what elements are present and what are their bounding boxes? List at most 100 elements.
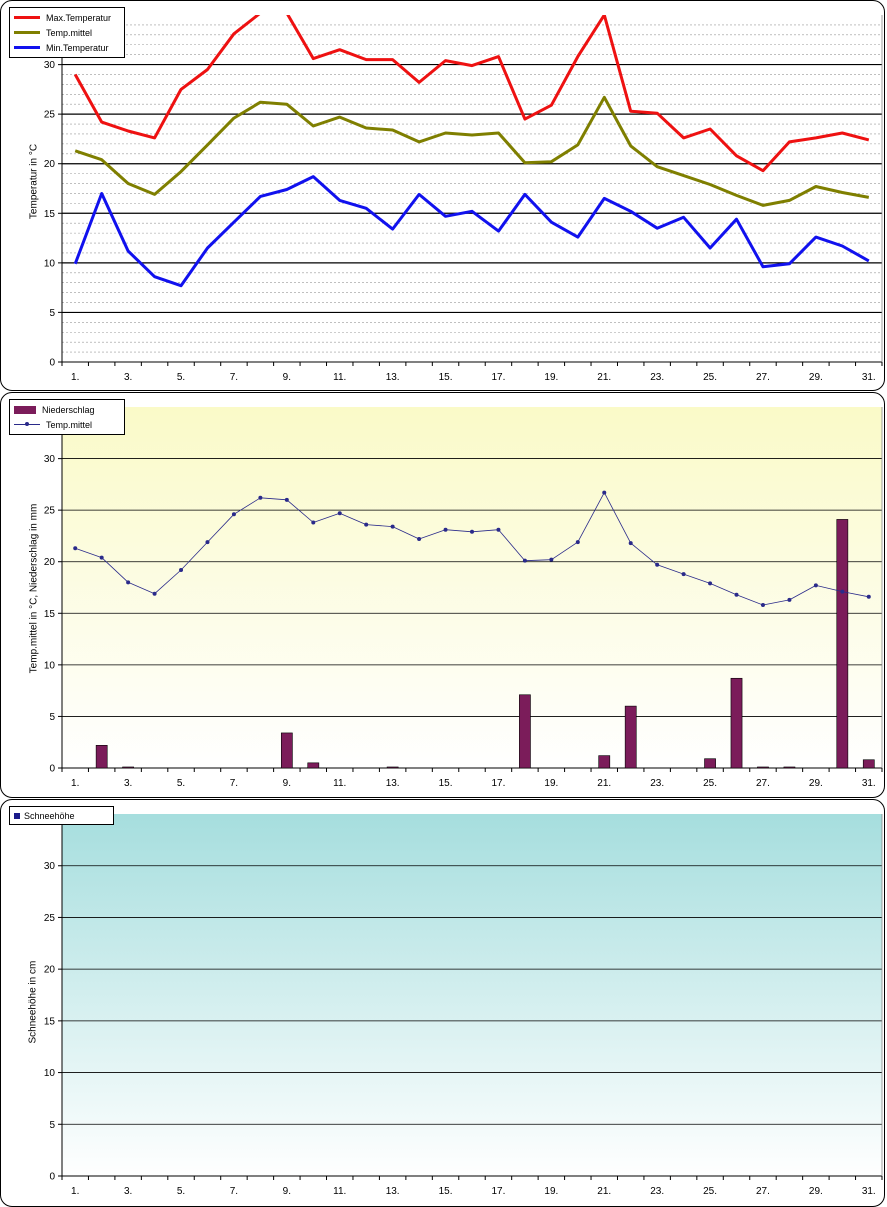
x-tick-label: 19. [544, 1186, 558, 1197]
precipitation-bar [704, 758, 716, 769]
precipitation-bar [598, 755, 611, 769]
x-tick-label: 1. [71, 1186, 79, 1197]
mean-temp-point [73, 546, 78, 551]
legend-label-min-temp: Min.Temperatur [46, 42, 109, 53]
y-tick-label: 10 [44, 1068, 56, 1079]
mean-temp-point [655, 562, 660, 567]
legend-item-mean-temp: Temp.mittel [14, 25, 120, 40]
x-tick-label: 19. [544, 372, 558, 383]
x-tick-label: 9. [283, 778, 291, 789]
y-tick-label: 0 [49, 764, 55, 775]
y-tick-label: 30 [44, 454, 56, 465]
precipitation-chart: 0 5 10 15 20 25 30 1. 3. 5. 7. 9. 11. 13. 15. 17. 19. 21.… [44, 407, 883, 789]
precipitation-bar [95, 745, 108, 769]
y-tick-label: 20 [44, 159, 56, 170]
mean-temp-point [284, 497, 289, 502]
mean-temp-line [74, 95, 870, 207]
snow-chart: 0 5 10 15 20 25 30 1. 3. 5. 7. 9. 11. 13. 15. 17. 19. 21.… [44, 814, 883, 1197]
mean-temp-point [470, 529, 474, 534]
precipitation-swatch [14, 405, 36, 414]
precipitation-bar [757, 766, 769, 769]
mean-temp-point [179, 567, 184, 572]
mean-temp-point [496, 527, 501, 532]
x-tick-label: 11. [333, 1186, 346, 1197]
x-tick-label: 21. [597, 1186, 611, 1197]
x-tick-label: 11. [333, 372, 346, 383]
mean-temp-point [628, 541, 633, 546]
mean-temp-point [152, 591, 157, 596]
x-tick-label: 15. [439, 1186, 453, 1197]
mean-temp-point [734, 592, 739, 597]
mean-temp-marker-swatch [14, 422, 40, 426]
mean-temp-point [549, 557, 554, 562]
y-tick-label: 5 [49, 308, 55, 319]
x-tick-label: 13. [386, 778, 400, 789]
x-tick-label: 21. [597, 372, 611, 383]
x-tick-label: 25. [703, 372, 717, 383]
mean-temp-point [443, 527, 448, 532]
precipitation-chart-panel: 0 5 10 15 20 25 30 1. 3. 5. 7. 9. 11. 13. 15. 17. 19. 21.… [0, 392, 885, 798]
precipitation-legend: Niederschlag Temp.mittel [9, 399, 125, 435]
temperature-legend: Max.Temperatur Temp.mittel Min.Temperatu… [9, 7, 125, 58]
legend-label-mean-temp-2: Temp.mittel [46, 419, 93, 430]
x-tick-label: 5. [177, 1186, 185, 1197]
x-tick-label: 5. [177, 778, 185, 789]
x-tick-label: 1. [71, 372, 79, 383]
mean-temp-point [681, 572, 686, 577]
mean-temp-swatch [14, 31, 40, 34]
mean-temp-point [787, 597, 792, 602]
precipitation-bar [122, 766, 134, 769]
x-tick-label: 27. [756, 778, 770, 789]
mean-temp-point [813, 583, 818, 588]
x-tick-label: 25. [703, 1186, 717, 1197]
y-tick-label: 25 [44, 913, 56, 924]
x-tick-label: 7. [230, 1186, 238, 1197]
temperature-series-group [73, 15, 870, 288]
x-tick-label: 29. [809, 372, 823, 383]
mean-temp-point [258, 495, 263, 500]
x-tick-label: 3. [124, 372, 132, 383]
y-tick-label: 30 [44, 861, 56, 872]
min-temp-line [73, 175, 870, 288]
x-tick-label: 23. [650, 1186, 664, 1197]
max-temp-swatch [14, 16, 40, 19]
y-tick-label: 5 [49, 712, 55, 723]
y-tick-label: 20 [44, 557, 56, 568]
x-tick-label: 1. [71, 778, 79, 789]
x-tick-label: 23. [650, 372, 664, 383]
mean-temp-point [866, 594, 871, 599]
mean-temp-point [337, 511, 342, 516]
y-tick-label: 5 [49, 1120, 55, 1131]
x-tick-label: 3. [124, 1186, 132, 1197]
max-temp-line [73, 15, 870, 173]
legend-item-mean-temp-2: Temp.mittel [14, 417, 120, 432]
mean-temp-point [205, 540, 210, 545]
x-tick-label: 9. [283, 1186, 291, 1197]
x-tick-label: 19. [544, 778, 558, 789]
x-tick-label: 9. [283, 372, 291, 383]
y-tick-label: 20 [44, 965, 56, 976]
x-tick-label: 17. [491, 372, 505, 383]
x-tick-label: 31. [862, 1186, 876, 1197]
mean-temp-point [311, 520, 316, 525]
mean-temp-point [602, 490, 607, 495]
plot-background [62, 814, 882, 1176]
x-tick-label: 7. [230, 778, 238, 789]
x-tick-label: 17. [491, 778, 505, 789]
x-tick-label: 11. [333, 778, 346, 789]
y-tick-label: 25 [44, 506, 56, 517]
x-tick-label: 31. [862, 372, 876, 383]
y-tick-label: 10 [44, 660, 56, 671]
x-tick-label: 27. [756, 1186, 770, 1197]
temperature-chart: 0 5 10 15 20 25 30 1. 3. 5. 7. 9. 11. 13. 15. 17. 19. 21.… [44, 15, 883, 383]
y-tick-label: 15 [44, 209, 56, 220]
y-tick-label: 30 [44, 60, 56, 71]
mean-temp-point [417, 537, 422, 542]
x-tick-label: 13. [386, 1186, 400, 1197]
y-tick-label: 0 [49, 1172, 55, 1183]
mean-temp-point [99, 555, 104, 560]
x-tick-label: 25. [703, 778, 717, 789]
mean-temp-point [840, 589, 845, 594]
y-tick-label: 10 [44, 258, 56, 269]
legend-label-snow: Schneehöhe [24, 810, 75, 821]
